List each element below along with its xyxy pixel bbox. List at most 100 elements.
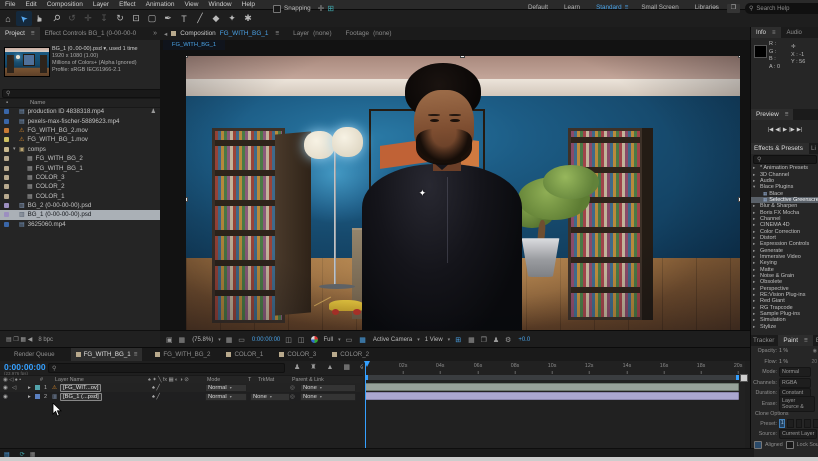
label-color-swatch[interactable] [4, 156, 9, 161]
clone-preset-button[interactable] [796, 419, 802, 428]
pickwhip-icon[interactable]: ◎ [290, 385, 295, 391]
layer-label-color[interactable] [35, 394, 40, 399]
workspace-tab[interactable]: Standard≡ [596, 4, 628, 11]
snapping-checkbox[interactable] [273, 5, 281, 13]
twirl-icon[interactable]: ▸ [751, 216, 758, 222]
layer-row-1[interactable]: ◉ ◁ ▸ 1 ⚠ [FG_WIT...ov] ♠ ╱ Normal▾ ◎ No… [0, 383, 363, 392]
twirl-icon[interactable]: ▸ [751, 279, 758, 285]
label-color-swatch[interactable] [4, 222, 9, 227]
hand-tool[interactable]: ☛ [32, 11, 48, 26]
workspace-overflow-icon[interactable]: » [714, 4, 718, 11]
project-item-bg1-psd[interactable]: ▥ BG_1 (0-00-00-00).psd [0, 210, 160, 219]
menu-item[interactable]: Window [204, 0, 237, 9]
menu-item[interactable]: File [0, 0, 20, 9]
label-color-swatch[interactable] [4, 109, 9, 114]
tab-audio[interactable]: Audio [787, 30, 802, 36]
view-layout-dropdown[interactable]: 1 View [425, 337, 443, 343]
preview-flowchart-icons[interactable]: ▦ ❐ ♟ ⚙ [468, 336, 513, 344]
menu-item[interactable]: Edit [20, 0, 41, 9]
workspace-manager-button[interactable]: ❐ [727, 4, 740, 13]
roto-brush-tool[interactable]: ✱ [240, 11, 256, 26]
eraser-tool[interactable]: ✦ [224, 11, 240, 26]
twirl-icon[interactable]: ▸ [751, 203, 758, 209]
zoom-tool[interactable]: ⚲ [48, 11, 64, 26]
tab-paint[interactable]: Paint ≡ [778, 335, 812, 346]
twirl-icon[interactable]: ▸ [751, 298, 758, 304]
clone-preset-button[interactable]: 1 [779, 419, 785, 428]
panel-menu-icon[interactable]: ≡ [275, 30, 279, 37]
tab-comp-color-3[interactable]: COLOR_3 [279, 348, 319, 361]
tab-effects-presets[interactable]: Effects & Presets ≡ [751, 143, 809, 154]
menu-item[interactable]: Composition [42, 0, 88, 9]
layer-expander-icon[interactable]: ▸ [28, 385, 31, 391]
aligned-checkbox[interactable] [754, 441, 762, 449]
eye-icon[interactable]: ◉ [3, 394, 8, 400]
panel-menu-icon[interactable]: ≡ [772, 30, 776, 36]
label-column-icon[interactable]: ▪ [0, 100, 30, 106]
project-search-input[interactable]: ⚲ [2, 89, 162, 98]
dolly-camera-tool[interactable]: ↧ [96, 11, 112, 26]
first-frame-button[interactable]: |◀ [768, 127, 774, 133]
project-item-title[interactable]: BG_1 (0..00-00).psd ▾, used 1 time [52, 46, 158, 53]
twirl-icon[interactable]: ▸ [751, 229, 758, 235]
work-area-end-handle[interactable] [740, 374, 748, 382]
tab-tracker[interactable]: Tracker [753, 337, 774, 344]
layer-duration-bar-1[interactable] [365, 383, 739, 391]
layer-name[interactable]: [BG_1 (...psd] [60, 393, 102, 401]
label-color-swatch[interactable] [4, 166, 9, 171]
label-color-swatch[interactable] [4, 119, 9, 124]
previous-frame-button[interactable]: ◀| [775, 127, 781, 133]
tab-effect-controls[interactable]: Effect Controls BG_1 (0-00-00-0 [45, 30, 137, 37]
layer-duration-bar-2[interactable] [365, 392, 739, 400]
label-color-swatch[interactable] [4, 212, 9, 217]
composition-canvas[interactable]: ✦ [186, 56, 740, 343]
layer-switches[interactable]: ♠ ╱ [152, 385, 160, 391]
time-ruler[interactable]: 02s04s06s08s10s12s14s16s18s20s [363, 361, 745, 451]
exposure-value[interactable]: +0.0 [518, 337, 530, 343]
layer-row-2[interactable]: ◉ ▸ 2 ▥ [BG_1 (...psd] ♠ ╱ Normal▾ None▾… [0, 392, 363, 401]
selection-handle[interactable] [460, 56, 465, 58]
menu-item[interactable]: Help [237, 0, 260, 9]
clone-preset-button[interactable] [787, 419, 793, 428]
orbit-camera-tool[interactable]: ↺ [64, 11, 80, 26]
tab-project[interactable]: Project ≡ [0, 27, 40, 40]
twirl-icon[interactable]: ▸ [751, 305, 758, 311]
effects-search-input[interactable]: ⚲ [753, 155, 817, 164]
twirl-icon[interactable]: ▸ [751, 222, 758, 228]
pen-tool[interactable]: ✒ [160, 11, 176, 26]
region-of-interest-icon[interactable]: ▭ [346, 336, 355, 344]
camera-dropdown[interactable]: Active Camera [373, 337, 412, 343]
label-color-swatch[interactable] [4, 203, 9, 208]
layer-anchor-point-icon[interactable]: ✦ [419, 189, 427, 198]
viewer-timecode[interactable]: 0:00:00:00 [252, 337, 280, 343]
last-frame-button[interactable]: ▶| [797, 127, 803, 133]
playhead-caret[interactable] [364, 361, 370, 367]
parent-dropdown[interactable]: None▾ [300, 384, 356, 392]
project-item-fg2-mov[interactable]: ⚠ FG_WITH_BG_2.mov [0, 126, 160, 135]
workspace-tab[interactable]: Default [528, 4, 551, 11]
twirl-icon[interactable]: ▸ [751, 165, 758, 171]
show-channel-icon[interactable] [311, 336, 318, 343]
snap-target-icon[interactable]: ✛ [318, 4, 325, 13]
rotation-tool[interactable]: ↻ [112, 11, 128, 26]
clone-preset-button[interactable] [813, 419, 818, 428]
twirl-icon[interactable]: ▸ [751, 178, 758, 184]
twirl-icon[interactable]: ▸ [751, 273, 758, 279]
audio-icon[interactable]: ◁ [12, 385, 16, 391]
project-bit-depth[interactable]: 8 bpc [38, 337, 53, 343]
label-color-swatch[interactable] [4, 147, 9, 152]
project-folder-comps[interactable]: ▾ ▣ comps [0, 145, 160, 154]
pickwhip-icon[interactable]: ◎ [290, 394, 295, 400]
project-item-comp-fg1[interactable]: ▦ FG_WITH_BG_1 [0, 163, 160, 172]
shape-tool[interactable]: ▢ [144, 11, 160, 26]
layer-name[interactable]: [FG_WIT...ov] [60, 384, 101, 392]
selection-handle[interactable] [738, 197, 740, 202]
panel-menu-icon[interactable]: ≡ [31, 30, 35, 37]
help-search-input[interactable]: ⚲ Search Help [745, 3, 818, 14]
tab-comp-fg-with-bg-1[interactable]: FG_WITH_BG_1 ≡ [71, 348, 143, 361]
project-item-comp-color1[interactable]: ▦ COLOR_1 [0, 192, 160, 201]
project-item-fg1-mov[interactable]: ⚠ FG_WITH_BG_1.mov [0, 135, 160, 144]
tab-footage[interactable]: Footage [346, 30, 369, 37]
paint-property-value[interactable]: Normal [779, 367, 811, 377]
type-tool[interactable]: T [176, 11, 192, 26]
